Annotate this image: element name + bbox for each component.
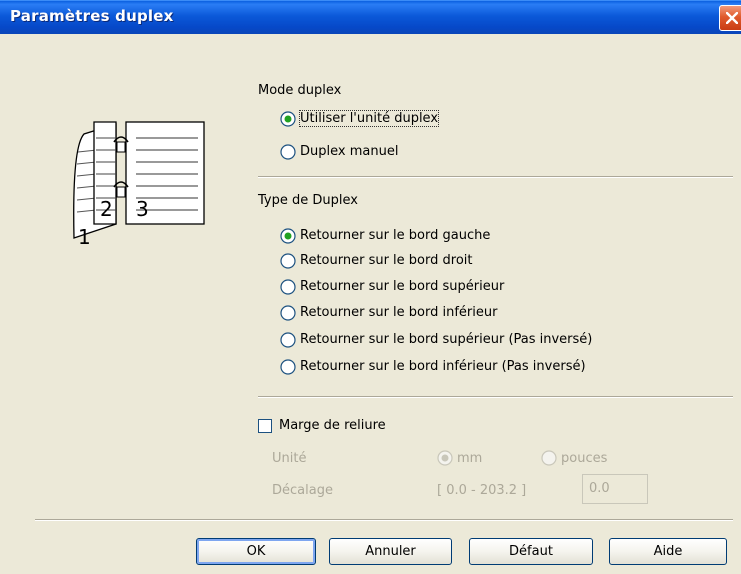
window-title: Paramètres duplex (10, 7, 174, 25)
default-button[interactable]: Défaut (469, 538, 593, 565)
ok-button[interactable]: OK (196, 538, 316, 565)
help-button[interactable]: Aide (609, 538, 727, 565)
radio-flip-top-edge-not-inverted-label[interactable]: Retourner sur le bord supérieur (Pas inv… (300, 332, 592, 347)
duplex-preview-image: 1 2 3 (73, 121, 205, 249)
radio-unit-mm-label[interactable]: mm (457, 451, 482, 466)
offset-range: [ 0.0 - 203.2 ] (437, 483, 527, 498)
radio-flip-right-edge-label[interactable]: Retourner sur le bord droit (300, 253, 472, 268)
radio-unit-mm[interactable] (437, 450, 453, 466)
radio-unit-inches[interactable] (541, 450, 557, 466)
cancel-button[interactable]: Annuler (329, 538, 452, 565)
mode-duplex-title: Mode duplex (258, 83, 342, 98)
radio-flip-right-edge[interactable] (280, 253, 296, 269)
binding-margin-label[interactable]: Marge de reliure (279, 418, 386, 433)
radio-flip-top-edge-not-inverted[interactable] (280, 332, 296, 348)
close-button[interactable] (719, 5, 741, 31)
radio-flip-left-edge[interactable] (280, 228, 296, 244)
radio-flip-bottom-edge-not-inverted[interactable] (280, 359, 296, 375)
radio-use-duplex-unit-label[interactable]: Utiliser l'unité duplex (298, 110, 440, 127)
offset-label: Décalage (272, 483, 333, 498)
binding-margin-checkbox[interactable] (258, 419, 272, 433)
radio-flip-left-edge-label[interactable]: Retourner sur le bord gauche (300, 228, 490, 243)
separator (258, 176, 733, 178)
radio-flip-bottom-edge[interactable] (280, 305, 296, 321)
radio-manual-duplex[interactable] (280, 144, 296, 160)
page-number-3: 3 (136, 197, 149, 221)
close-icon (726, 12, 738, 24)
page-number-1: 1 (78, 225, 91, 249)
separator (258, 396, 733, 398)
radio-unit-inches-label[interactable]: pouces (561, 451, 607, 466)
separator (35, 519, 733, 521)
duplex-type-title: Type de Duplex (258, 193, 358, 208)
unit-label: Unité (272, 451, 307, 466)
title-bar: Paramètres duplex (0, 0, 741, 34)
radio-flip-top-edge[interactable] (280, 279, 296, 295)
radio-flip-bottom-edge-label[interactable]: Retourner sur le bord inférieur (300, 305, 497, 320)
radio-flip-top-edge-label[interactable]: Retourner sur le bord supérieur (300, 279, 504, 294)
radio-manual-duplex-label[interactable]: Duplex manuel (300, 144, 398, 159)
page-number-2: 2 (100, 197, 113, 221)
offset-input[interactable]: 0.0 (582, 474, 648, 504)
radio-flip-bottom-edge-not-inverted-label[interactable]: Retourner sur le bord inférieur (Pas inv… (300, 359, 586, 374)
radio-use-duplex-unit[interactable] (280, 111, 296, 127)
